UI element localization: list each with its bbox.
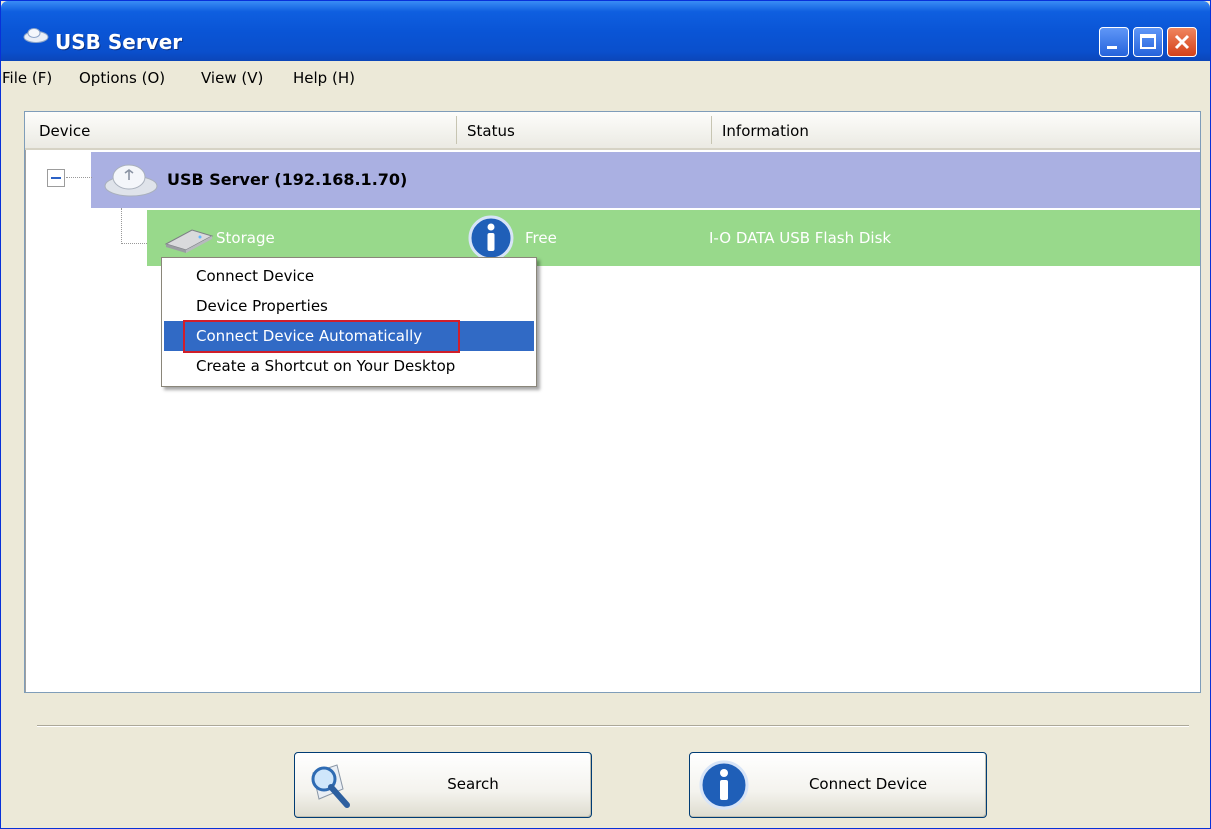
info-icon	[699, 760, 749, 810]
cloud-icon	[23, 28, 49, 43]
device-list[interactable]: Device Status Information USB Server (19…	[24, 111, 1201, 693]
close-button[interactable]	[1167, 27, 1197, 57]
close-icon	[1174, 34, 1190, 50]
tree-connector	[121, 243, 147, 244]
context-menu: Connect Device Device Properties Connect…	[161, 257, 537, 387]
list-header: Device Status Information	[25, 112, 1200, 150]
collapse-toggle[interactable]	[47, 169, 65, 187]
menu-help[interactable]: Help (H)	[293, 69, 355, 87]
usb-server-icon	[104, 164, 158, 197]
window-title: USB Server	[55, 30, 183, 54]
menu-options[interactable]: Options (O)	[79, 69, 165, 87]
device-information: I-O DATA USB Flash Disk	[709, 229, 892, 247]
search-button-label: Search	[447, 775, 499, 793]
column-separator[interactable]	[711, 116, 712, 144]
menu-view[interactable]: View (V)	[201, 69, 263, 87]
minimize-icon	[1107, 46, 1117, 49]
title-bar[interactable]: USB Server	[1, 1, 1210, 61]
storage-drive-icon	[164, 229, 214, 253]
maximize-icon	[1140, 34, 1156, 49]
connect-device-button[interactable]: Connect Device	[689, 752, 987, 818]
search-button[interactable]: Search	[294, 752, 592, 818]
column-separator[interactable]	[456, 116, 457, 144]
ctx-device-properties[interactable]: Device Properties	[164, 291, 534, 321]
tree-connector	[121, 208, 122, 244]
ctx-create-shortcut[interactable]: Create a Shortcut on Your Desktop	[164, 351, 534, 381]
connect-device-button-label: Connect Device	[808, 775, 928, 793]
maximize-button[interactable]	[1133, 27, 1163, 57]
search-icon	[311, 764, 350, 808]
menu-file[interactable]: File (F)	[2, 69, 52, 87]
info-icon	[468, 215, 514, 261]
server-label: USB Server (192.168.1.70)	[167, 170, 408, 189]
column-device[interactable]: Device	[39, 122, 90, 140]
column-information[interactable]: Information	[722, 122, 809, 140]
highlight-box	[183, 320, 460, 353]
device-label: Storage	[216, 229, 275, 247]
usb-server-window: USB Server File (F) Options (O) View (V)…	[0, 0, 1211, 829]
bottom-divider	[37, 725, 1189, 727]
column-status[interactable]: Status	[467, 122, 515, 140]
minimize-button[interactable]	[1099, 27, 1129, 57]
ctx-connect-device[interactable]: Connect Device	[164, 261, 534, 291]
menu-bar: File (F) Options (O) View (V) Help (H)	[1, 61, 1210, 95]
tree-connector	[66, 177, 92, 178]
device-status: Free	[525, 229, 557, 247]
